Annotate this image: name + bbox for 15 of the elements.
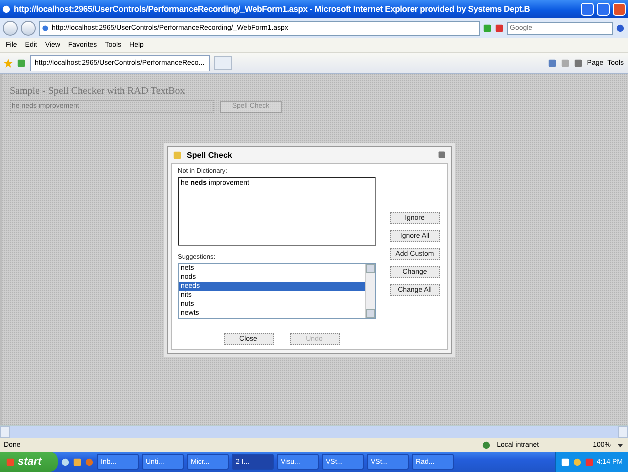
dialog-title: Spell Check: [187, 150, 234, 160]
new-tab-button[interactable]: [214, 56, 232, 70]
scroll-down-button[interactable]: [366, 309, 375, 318]
scroll-right-button[interactable]: [618, 426, 628, 438]
maximize-button[interactable]: [597, 2, 610, 16]
forward-button[interactable]: [21, 20, 36, 36]
dropdown-icon: [617, 442, 624, 448]
star-icon: [4, 58, 13, 68]
scroll-up-button[interactable]: [366, 264, 375, 273]
scroll-left-button[interactable]: [0, 426, 10, 438]
minimize-button[interactable]: [581, 2, 594, 16]
close-button[interactable]: [613, 2, 626, 16]
window-title: http://localhost:2965/UserControls/PerformanceRecording/_WebForm1.aspx - Microsoft Internet Explorer provided by Systems Dept.B: [14, 4, 532, 14]
page-heading: Sample - Spell Checker with RAD TextBox: [10, 86, 186, 97]
back-button[interactable]: [3, 20, 18, 36]
